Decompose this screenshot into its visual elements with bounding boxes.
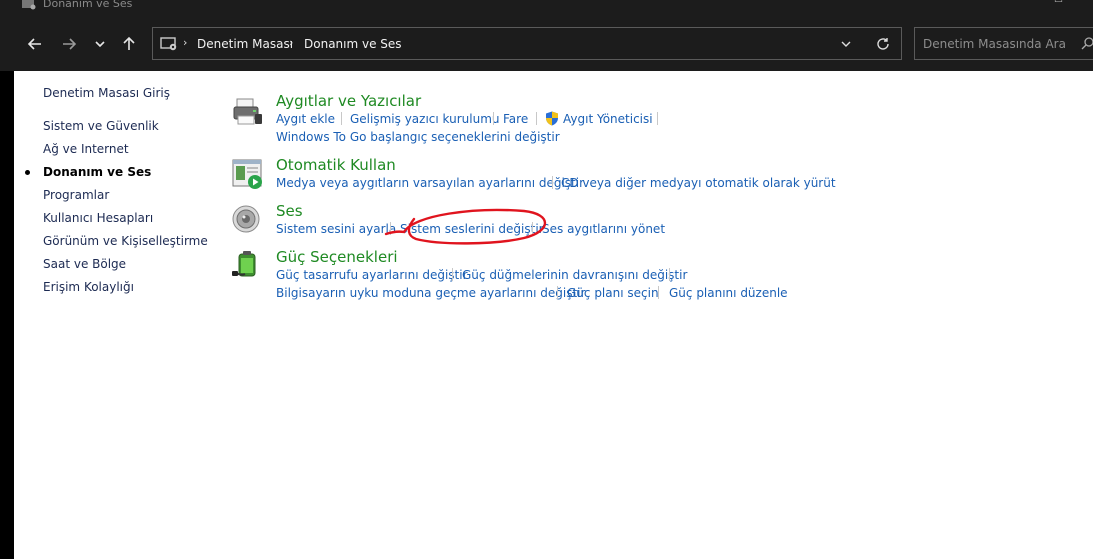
task-sleep-settings[interactable]: Bilgisayarın uyku moduna geçme ayarların…: [276, 286, 585, 300]
sidebar-item-clock-region[interactable]: Saat ve Bölge: [43, 257, 126, 271]
arrow-right-icon: [63, 38, 77, 50]
task-add-device[interactable]: Aygıt ekle: [276, 112, 335, 126]
sidebar-item-hardware-sound[interactable]: Donanım ve Ses: [25, 165, 152, 179]
search-box[interactable]: Denetim Masasında Ara: [914, 27, 1093, 60]
up-button[interactable]: [118, 33, 140, 55]
minimize-icon[interactable]: –: [1008, 0, 1018, 5]
task-mouse[interactable]: Fare: [503, 112, 528, 126]
task-divider: [552, 176, 553, 189]
task-edit-power-plan[interactable]: Güç planını düzenle: [669, 286, 788, 300]
task-change-system-sounds[interactable]: Sistem seslerini değiştir: [400, 222, 544, 236]
recent-locations-button[interactable]: [89, 33, 111, 55]
arrow-left-icon: [27, 38, 41, 50]
sidebar-item-system-security[interactable]: Sistem ve Güvenlik: [43, 119, 159, 133]
category-title-sound[interactable]: Ses: [276, 202, 303, 220]
back-button[interactable]: [24, 33, 46, 55]
chevron-down-icon: [95, 41, 105, 48]
task-autoplay-cd[interactable]: CD veya diğer medyayı otomatik olarak yü…: [561, 176, 836, 190]
task-divider: [452, 268, 453, 281]
chevron-down-icon[interactable]: [839, 37, 853, 51]
search-icon[interactable]: [1081, 36, 1093, 50]
task-divider: [657, 112, 658, 125]
control-panel-icon: [160, 37, 177, 51]
breadcrumb-separator-icon: ›: [289, 36, 294, 49]
task-default-media-settings[interactable]: Medya veya aygıtların varsayılan ayarlar…: [276, 176, 584, 190]
forward-button[interactable]: [58, 33, 80, 55]
arrow-up-icon: [123, 36, 135, 50]
task-divider: [390, 222, 391, 235]
task-divider: [493, 112, 494, 125]
task-divider: [536, 112, 537, 125]
window-title: Donanım ve Ses: [43, 0, 133, 10]
task-power-saving-settings[interactable]: Güç tasarrufu ayarlarını değiştir: [276, 268, 468, 282]
breadcrumb-separator-icon: ›: [183, 36, 188, 49]
task-choose-power-plan[interactable]: Güç planı seçin: [567, 286, 659, 300]
sidebar-item-programs[interactable]: Programlar: [43, 188, 109, 202]
sidebar-item-label: Donanım ve Ses: [43, 165, 152, 179]
control-panel-icon: [22, 0, 36, 10]
main-content: Denetim Masası Giriş Sistem ve Güvenlik …: [14, 71, 1093, 559]
task-manage-audio-devices[interactable]: Ses aygıtlarını yönet: [542, 222, 665, 236]
task-divider: [341, 112, 342, 125]
speaker-icon[interactable]: [231, 203, 263, 235]
task-divider: [557, 286, 558, 299]
refresh-icon[interactable]: [875, 36, 891, 52]
task-divider: [532, 222, 533, 235]
category-title-autoplay[interactable]: Otomatik Kullan: [276, 156, 396, 174]
task-advanced-printer-setup[interactable]: Gelişmiş yazıcı kurulumu: [350, 112, 499, 126]
task-power-button-behavior[interactable]: Güç düğmelerinin davranışını değiştir: [462, 268, 687, 282]
task-divider: [658, 286, 659, 299]
sidebar-item-control-panel-home[interactable]: Denetim Masası Giriş: [43, 86, 170, 100]
breadcrumb-hardware-sound[interactable]: Donanım ve Ses: [304, 36, 402, 52]
sidebar-item-appearance[interactable]: Görünüm ve Kişiselleştirme: [43, 234, 208, 248]
task-divider: [669, 268, 670, 281]
breadcrumb-control-panel[interactable]: Denetim Masası: [197, 36, 293, 52]
sidebar-item-ease-of-access[interactable]: Erişim Kolaylığı: [43, 280, 134, 294]
task-windows-to-go[interactable]: Windows To Go başlangıç seçeneklerini de…: [276, 130, 560, 144]
battery-icon[interactable]: [231, 248, 263, 280]
sidebar-item-user-accounts[interactable]: Kullanıcı Hesapları: [43, 211, 153, 225]
autoplay-icon[interactable]: [231, 158, 263, 190]
search-input[interactable]: Denetim Masasında Ara: [923, 36, 1066, 52]
shield-icon: [546, 111, 558, 126]
task-device-manager[interactable]: Aygıt Yöneticisi: [563, 112, 653, 126]
title-bar: Donanım ve Ses – ☐: [0, 0, 1093, 16]
printer-icon[interactable]: [231, 96, 263, 128]
category-title-devices-printers[interactable]: Aygıtlar ve Yazıcılar: [276, 92, 421, 110]
sidebar-item-network-internet[interactable]: Ağ ve Internet: [43, 142, 129, 156]
category-title-power-options[interactable]: Güç Seçenekleri: [276, 248, 398, 266]
active-bullet-icon: [25, 170, 30, 175]
maximize-icon[interactable]: ☐: [1054, 0, 1064, 5]
address-bar[interactable]: › Denetim Masası › Donanım ve Ses: [152, 27, 902, 60]
navigation-bar: › Denetim Masası › Donanım ve Ses Deneti…: [0, 16, 1093, 71]
task-adjust-system-volume[interactable]: Sistem sesini ayarla: [276, 222, 396, 236]
